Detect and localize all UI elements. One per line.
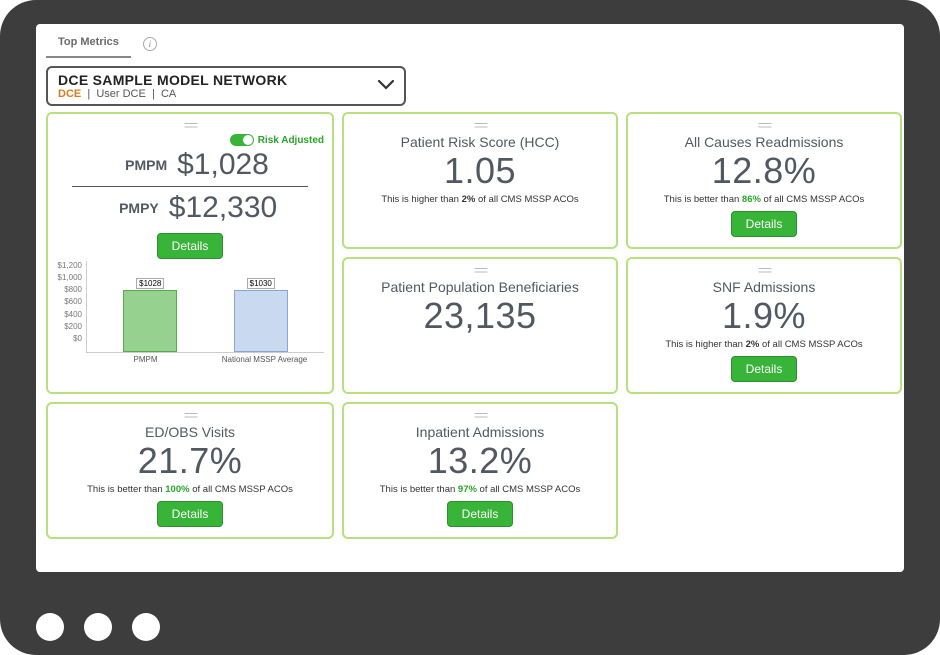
card-value: 12.8%: [712, 150, 817, 192]
card-title: All Causes Readmissions: [685, 134, 844, 150]
tab-top-metrics[interactable]: Top Metrics: [46, 30, 131, 58]
drag-handle-icon[interactable]: ==: [758, 118, 770, 132]
chart-bar: [123, 290, 177, 352]
card-value: 1.05: [444, 150, 516, 192]
drag-handle-icon[interactable]: ==: [184, 118, 196, 132]
metrics-grid: == Risk Adjusted PMPM $1,028 PMPY $12,33…: [36, 112, 904, 549]
network-user: User DCE: [96, 88, 146, 100]
app-screen: Top Metrics i DCE SAMPLE MODEL NETWORK D…: [36, 24, 904, 572]
card-value: 21.7%: [138, 440, 243, 482]
card-risk-score: == Patient Risk Score (HCC) 1.05 This is…: [342, 112, 618, 249]
tablet-frame: Top Metrics i DCE SAMPLE MODEL NETWORK D…: [0, 0, 940, 655]
card-title: ED/OBS Visits: [145, 424, 235, 440]
device-home-dots: [36, 613, 160, 641]
card-value: 13.2%: [428, 440, 533, 482]
details-button[interactable]: Details: [157, 501, 224, 527]
pmpy-label: PMPY: [103, 200, 159, 216]
drag-handle-icon[interactable]: ==: [474, 408, 486, 422]
chart-bar: [234, 290, 288, 352]
chart-plot: $1028 $1030: [86, 261, 324, 353]
chart-x-axis: PMPMNational MSSP Average: [56, 355, 324, 364]
card-note: This is better than 86% of all CMS MSSP …: [664, 194, 864, 205]
pmpm-row: PMPM $1,028: [56, 146, 324, 184]
tab-bar: Top Metrics i: [36, 24, 904, 58]
pmpy-row: PMPY $12,330: [56, 189, 324, 227]
chart-y-axis: $0$200$400$600$800$1,000$1,200: [56, 261, 86, 353]
bar-value-label: $1028: [136, 278, 164, 289]
info-icon[interactable]: i: [143, 37, 157, 51]
risk-adjusted-label: Risk Adjusted: [258, 135, 324, 146]
card-inpatient: == Inpatient Admissions 13.2% This is be…: [342, 402, 618, 539]
details-button[interactable]: Details: [731, 211, 798, 237]
card-note: This is higher than 2% of all CMS MSSP A…: [381, 194, 578, 205]
card-title: Inpatient Admissions: [416, 424, 544, 440]
drag-handle-icon[interactable]: ==: [758, 263, 770, 277]
toggle-icon: [230, 134, 254, 146]
network-selector[interactable]: DCE SAMPLE MODEL NETWORK DCE | User DCE …: [46, 66, 406, 106]
pmpy-value: $12,330: [169, 191, 277, 225]
card-value: 1.9%: [722, 295, 806, 337]
pmpm-chart: $0$200$400$600$800$1,000$1,200 $1028 $103…: [56, 261, 324, 364]
network-subtitle: DCE | User DCE | CA: [58, 88, 287, 100]
divider: [72, 186, 308, 187]
drag-handle-icon[interactable]: ==: [184, 408, 196, 422]
card-note: This is better than 97% of all CMS MSSP …: [380, 484, 580, 495]
details-button[interactable]: Details: [731, 356, 798, 382]
card-value: 23,135: [423, 295, 536, 337]
network-title: DCE SAMPLE MODEL NETWORK: [58, 72, 287, 88]
card-note: This is higher than 2% of all CMS MSSP A…: [665, 339, 862, 350]
pmpm-label: PMPM: [111, 157, 167, 173]
bar-value-label: $1030: [247, 278, 275, 289]
network-selector-text: DCE SAMPLE MODEL NETWORK DCE | User DCE …: [58, 72, 287, 100]
chevron-down-icon: [378, 77, 394, 95]
x-axis-label: PMPM: [86, 355, 205, 364]
drag-handle-icon[interactable]: ==: [474, 263, 486, 277]
card-note: This is better than 100% of all CMS MSSP…: [87, 484, 293, 495]
card-title: SNF Admissions: [713, 279, 816, 295]
card-population: == Patient Population Beneficiaries 23,1…: [342, 257, 618, 394]
pmpm-value: $1,028: [177, 148, 269, 182]
network-tag: DCE: [58, 88, 81, 100]
network-region: CA: [161, 88, 176, 100]
card-title: Patient Population Beneficiaries: [381, 279, 579, 295]
card-title: Patient Risk Score (HCC): [401, 134, 560, 150]
risk-adjusted-toggle[interactable]: Risk Adjusted: [230, 134, 324, 146]
x-axis-label: National MSSP Average: [205, 355, 324, 364]
card-pmpm: == Risk Adjusted PMPM $1,028 PMPY $12,33…: [46, 112, 334, 394]
card-snf: == SNF Admissions 1.9% This is higher th…: [626, 257, 902, 394]
card-edobs: == ED/OBS Visits 21.7% This is better th…: [46, 402, 334, 539]
card-readmissions: == All Causes Readmissions 12.8% This is…: [626, 112, 902, 249]
details-button[interactable]: Details: [157, 233, 224, 259]
drag-handle-icon[interactable]: ==: [474, 118, 486, 132]
details-button[interactable]: Details: [447, 501, 514, 527]
